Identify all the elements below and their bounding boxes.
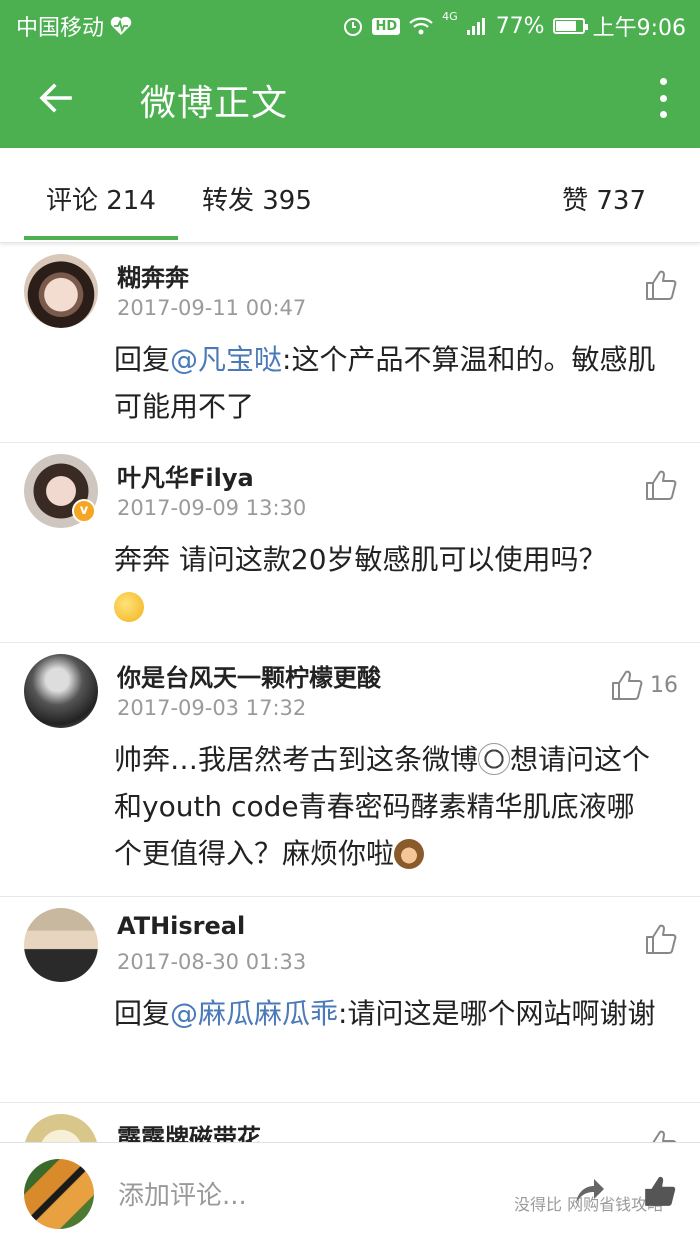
like-button[interactable] xyxy=(644,922,678,956)
like-button[interactable] xyxy=(644,468,678,502)
comment-item: ATHisreal 2017-08-30 01:33 回复@麻瓜麻瓜乖:请问这是… xyxy=(0,898,700,1103)
comment-compose-bar: 没得比 网购省钱攻略 xyxy=(0,1142,700,1245)
avatar[interactable] xyxy=(24,1114,98,1142)
thumbs-up-icon xyxy=(612,670,643,700)
alarm-icon xyxy=(344,18,363,36)
thumbs-up-icon xyxy=(646,470,677,500)
see-no-evil-monkey-emoji-icon xyxy=(394,839,425,869)
mention-link[interactable]: @凡宝哒 xyxy=(170,343,282,376)
tab-bar: 评论 214 转发 395 赞 737 xyxy=(0,148,700,243)
share-icon[interactable] xyxy=(572,1173,606,1207)
reply-prefix: 回复 xyxy=(114,343,171,376)
active-tab-indicator xyxy=(24,236,178,240)
battery-icon xyxy=(552,18,588,34)
comment-item: v 叶凡华Filya 2017-09-09 13:30 奔奔 请问这款20岁敏感… xyxy=(0,444,700,643)
carrier-label: 中国移动 xyxy=(16,16,105,41)
comment-username[interactable]: ATHisreal xyxy=(117,912,245,940)
comment-item: 糊奔奔 2017-09-11 00:47 回复@凡宝哒:这个产品不算温和的。敏感… xyxy=(0,244,700,443)
status-bar: 中国移动 HD 4G 77% 上午9:06 xyxy=(0,0,700,48)
wifi-icon xyxy=(409,17,433,35)
network-label: 4G xyxy=(442,10,458,23)
comment-time: 2017-09-11 00:47 xyxy=(117,296,307,320)
comment-text: 帅奔…我居然考古到这条微博 想请问这个和youth code青春密码酵素精华肌底液… xyxy=(114,736,660,877)
app-header: 微博正文 xyxy=(0,48,700,148)
comment-time: 2017-09-03 17:32 xyxy=(117,696,307,720)
mention-link[interactable]: @麻瓜麻瓜乖 xyxy=(170,997,338,1030)
like-count: 16 xyxy=(650,672,678,698)
like-button[interactable]: 16 xyxy=(610,668,678,702)
comment-text: 回复@麻瓜麻瓜乖:请问这是哪个网站啊谢谢 xyxy=(114,990,660,1037)
comment-text: 奔奔 请问这款20岁敏感肌可以使用吗？ xyxy=(114,536,660,630)
avatar[interactable] xyxy=(24,254,98,328)
more-options-icon[interactable] xyxy=(656,78,670,118)
avatar[interactable] xyxy=(24,908,98,982)
my-avatar[interactable] xyxy=(24,1159,94,1229)
tab-comments[interactable]: 评论 214 xyxy=(46,180,156,217)
blushing-face-emoji-icon xyxy=(114,592,144,622)
thumbs-up-icon[interactable] xyxy=(642,1173,678,1209)
comment-input[interactable] xyxy=(116,1177,500,1215)
comment-text: 回复@凡宝哒:这个产品不算温和的。敏感肌可能用不了 xyxy=(114,336,660,430)
battery-fill xyxy=(555,21,576,31)
comment-username[interactable]: 糊奔奔 xyxy=(117,258,189,293)
comment-item: 霹霹牌磁带花 xyxy=(0,1104,700,1142)
comment-body: 奔奔 请问这款20岁敏感肌可以使用吗？ xyxy=(114,543,607,576)
thumbs-up-icon xyxy=(646,924,677,954)
comment-time: 2017-08-30 01:33 xyxy=(117,950,307,974)
signal-icon xyxy=(466,18,485,35)
thumbs-up-icon xyxy=(646,270,677,300)
reply-prefix: 回复 xyxy=(114,997,171,1030)
comment-list: 糊奔奔 2017-09-11 00:47 回复@凡宝哒:这个产品不算温和的。敏感… xyxy=(0,244,700,1142)
heart-pulse-icon xyxy=(110,16,132,35)
avatar[interactable] xyxy=(24,654,98,728)
comment-time: 2017-09-09 13:30 xyxy=(117,496,307,520)
battery-percent: 77% xyxy=(495,13,545,39)
comment-username[interactable]: 霹霹牌磁带花 xyxy=(117,1118,261,1142)
thumbs-up-icon xyxy=(647,1130,677,1142)
clock-label: 上午9:06 xyxy=(592,16,686,41)
tab-reposts[interactable]: 转发 395 xyxy=(202,180,312,217)
panda-emoji-icon xyxy=(478,743,511,775)
page-title: 微博正文 xyxy=(140,83,289,124)
verified-badge-icon: v xyxy=(72,499,96,523)
comment-username[interactable]: 叶凡华Filya xyxy=(117,458,254,493)
tab-likes[interactable]: 赞 737 xyxy=(562,180,646,217)
like-button[interactable] xyxy=(644,1128,678,1142)
comment-body: :请问这是哪个网站啊谢谢 xyxy=(338,997,656,1030)
comment-body: 帅奔…我居然考古到这条微博 xyxy=(114,743,479,776)
hd-badge: HD xyxy=(372,17,401,35)
like-button[interactable] xyxy=(644,268,678,302)
comment-username[interactable]: 你是台风天一颗柠檬更酸 xyxy=(117,658,381,693)
back-arrow-icon[interactable] xyxy=(34,76,78,120)
comment-item: 你是台风天一颗柠檬更酸 2017-09-03 17:32 16 帅奔…我居然考古… xyxy=(0,644,700,897)
